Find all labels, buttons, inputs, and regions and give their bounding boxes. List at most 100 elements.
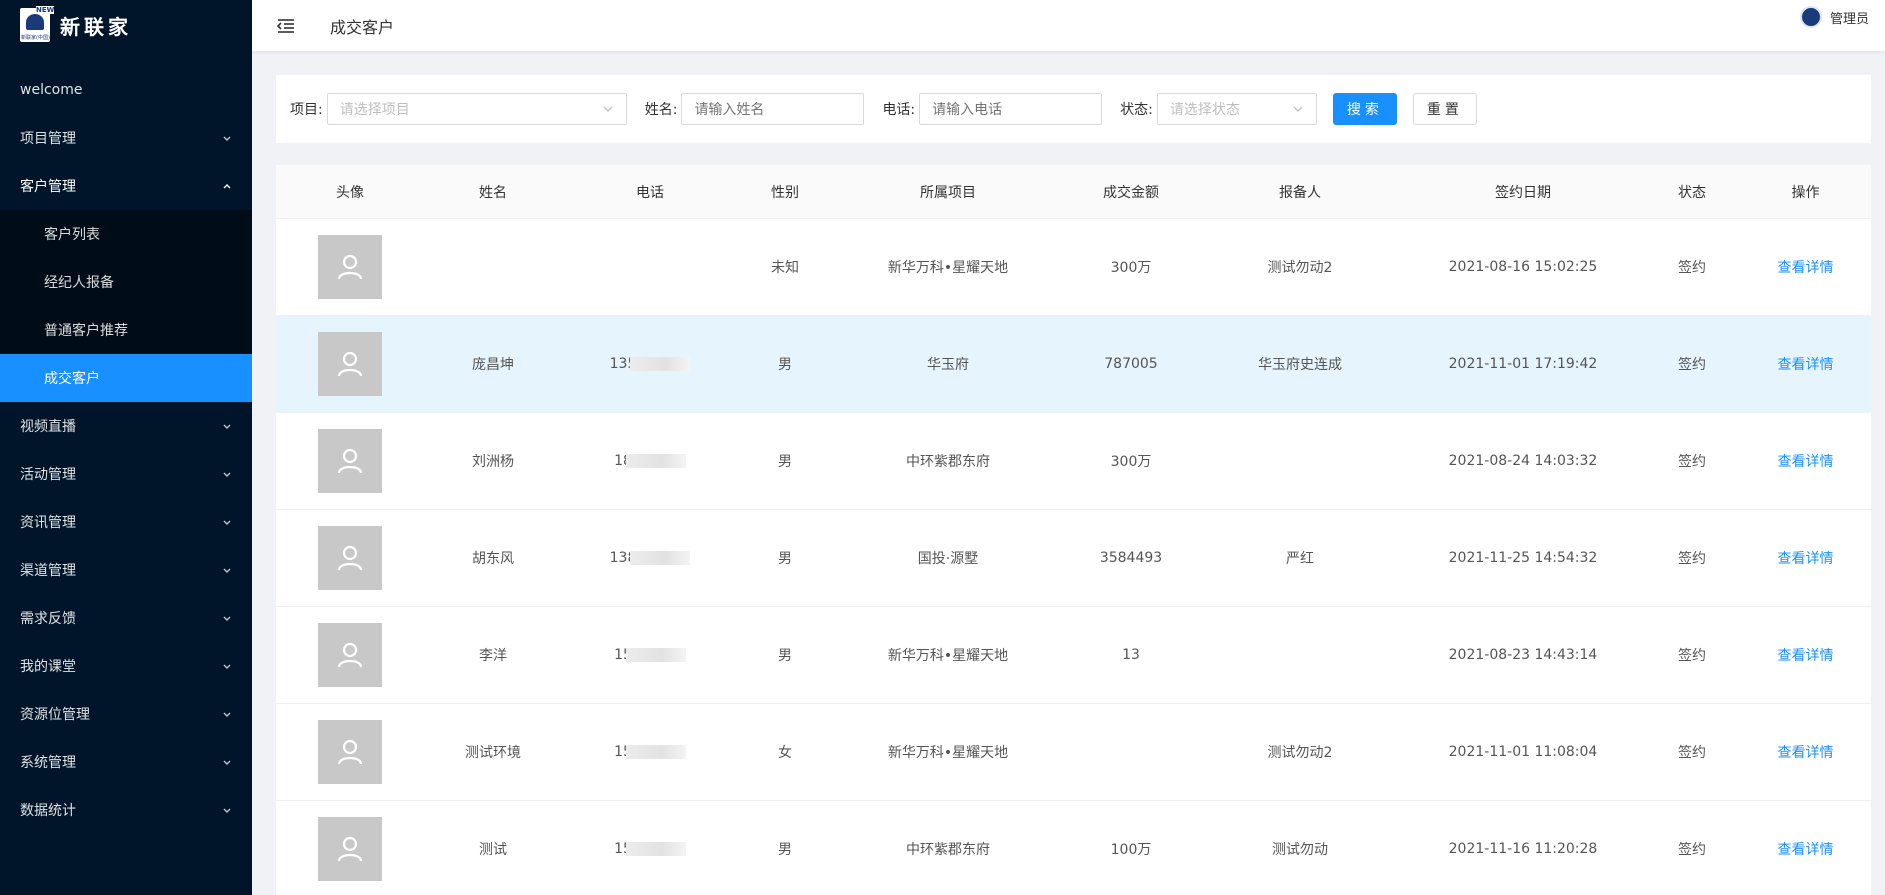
chevron-down-icon (222, 421, 232, 431)
chevron-down-icon (222, 469, 232, 479)
sidebar-item-3[interactable]: 视频直播 (0, 402, 252, 450)
project-cell: 中环紫郡东府 (906, 454, 990, 470)
table-row[interactable]: 刘洲杨 18 男 中环紫郡东府 300万 2021-08-24 14:03:32 签约 查看详… (276, 413, 1871, 510)
logo[interactable]: NEW 新联家(中国) 新联家 (0, 0, 252, 50)
gender-cell: 未知 (771, 260, 799, 276)
project-cell: 新华万科•星耀天地 (887, 745, 1009, 761)
project-cell: 中环紫郡东府 (906, 842, 990, 858)
sidebar-subitem-3[interactable]: 成交客户 (0, 354, 252, 402)
sidebar-item-label: 资源位管理 (20, 707, 90, 723)
name-cell: 刘洲杨 (472, 454, 514, 470)
sidebar-item-4[interactable]: 活动管理 (0, 450, 252, 498)
column-header: 电话 (636, 184, 664, 201)
table-row[interactable]: 测试 15 男 中环紫郡东府 100万 测试勿动 2021-11-16 11:20:28 签约… (276, 801, 1871, 895)
avatar-cell (276, 720, 424, 784)
search-button[interactable]: 搜索 (1332, 93, 1397, 125)
table-row[interactable]: 测试环境 15 女 新华万科•星耀天地 测试勿动2 2021-11-01 11:08:04… (276, 704, 1871, 801)
chevron-down-icon (222, 565, 232, 575)
view-details-link[interactable]: 查看详情 (1740, 839, 1871, 859)
table-row[interactable]: 庞昌坤 135 男 华玉府 787005 华玉府史连成 2021-11-01 17:19:4… (276, 316, 1871, 413)
status-cell: 签约 (1678, 454, 1706, 470)
project-select[interactable]: 请选择项目 (326, 93, 627, 125)
avatar-cell (276, 235, 424, 299)
name-cell: 庞昌坤 (472, 357, 514, 373)
phone-cell: 135 (562, 356, 738, 372)
name-input[interactable] (681, 93, 865, 125)
phone-cell: 138 (562, 550, 738, 566)
chevron-down-icon (222, 757, 232, 767)
chevron-down-icon (222, 133, 232, 143)
sidebar-item-label: 资讯管理 (20, 515, 76, 531)
column-header: 报备人 (1279, 184, 1321, 201)
user-menu[interactable]: 管理员 (1799, 6, 1869, 28)
date-cell: 2021-08-16 15:02:25 (1448, 259, 1598, 275)
column-header: 签约日期 (1495, 184, 1551, 201)
phone-label: 电话: (882, 102, 916, 118)
menu-fold-icon[interactable] (276, 16, 296, 36)
project-cell: 华玉府 (927, 357, 969, 373)
sidebar-item-11[interactable]: 数据统计 (0, 786, 252, 834)
table-row[interactable]: 胡东风 138 男 国投·源墅 3584493 严红 2021-11-25 14:54:32… (276, 510, 1871, 607)
project-select-placeholder: 请选择项目 (339, 102, 410, 118)
column-header: 所属项目 (920, 184, 976, 201)
sidebar-item-8[interactable]: 我的课堂 (0, 642, 252, 690)
reporter-cell: 测试勿动2 (1267, 745, 1333, 761)
user-avatar-icon (318, 623, 382, 687)
logo-mark-icon: NEW 新联家(中国) (20, 6, 55, 42)
sidebar-item-label: 视频直播 (20, 419, 76, 435)
date-cell: 2021-11-25 14:54:32 (1448, 550, 1598, 566)
user-avatar-icon (318, 235, 382, 299)
reporter-cell: 测试勿动 (1272, 842, 1328, 858)
view-details-link[interactable]: 查看详情 (1740, 548, 1871, 568)
sidebar-item-9[interactable]: 资源位管理 (0, 690, 252, 738)
user-avatar-icon (318, 817, 382, 881)
amount-cell: 13 (1122, 647, 1140, 663)
sidebar: NEW 新联家(中国) 新联家 welcome 项目管理客户管理客户列表 经纪人报备… (0, 0, 252, 895)
project-cell: 新华万科•星耀天地 (887, 260, 1009, 276)
sidebar-subitem-0[interactable]: 客户列表 (0, 210, 252, 258)
sidebar-item-6[interactable]: 渠道管理 (0, 546, 252, 594)
page-title: 成交客户 (330, 17, 395, 37)
amount-cell: 300万 (1110, 454, 1152, 470)
table-row[interactable]: 李洋 15 男 新华万科•星耀天地 13 2021-08-23 14:43:14 签约 查看详… (276, 607, 1871, 704)
sidebar-item-label: 系统管理 (20, 755, 76, 771)
phone-input[interactable] (919, 93, 1103, 125)
table-row[interactable]: 未知 新华万科•星耀天地 300万 测试勿动2 2021-08-16 15:02:25 签… (276, 219, 1871, 316)
avatar-cell (276, 817, 424, 881)
status-cell: 签约 (1678, 745, 1706, 761)
phone-mask (625, 842, 686, 856)
sidebar-subitem-1[interactable]: 经纪人报备 (0, 258, 252, 306)
sidebar-item-2[interactable]: 客户管理 (0, 162, 252, 210)
sidebar-item-0[interactable]: welcome (0, 66, 252, 114)
view-details-link[interactable]: 查看详情 (1740, 742, 1871, 762)
sidebar-item-1[interactable]: 项目管理 (0, 114, 252, 162)
sidebar-item-10[interactable]: 系统管理 (0, 738, 252, 786)
gender-cell: 男 (778, 454, 792, 470)
name-cell: 测试 (479, 842, 507, 858)
phone-mask (625, 648, 686, 662)
avatar-cell (276, 526, 424, 590)
view-details-link[interactable]: 查看详情 (1740, 645, 1871, 665)
user-avatar-icon (318, 429, 382, 493)
date-cell: 2021-11-16 11:20:28 (1448, 841, 1598, 857)
sidebar-item-5[interactable]: 资讯管理 (0, 498, 252, 546)
gender-cell: 男 (778, 357, 792, 373)
date-cell: 2021-11-01 11:08:04 (1448, 744, 1598, 760)
view-details-link[interactable]: 查看详情 (1740, 257, 1871, 277)
status-cell: 签约 (1678, 842, 1706, 858)
sidebar-item-label: 客户管理 (20, 179, 76, 195)
name-label: 姓名: (644, 102, 678, 118)
project-cell: 新华万科•星耀天地 (887, 648, 1009, 664)
chevron-down-icon (1293, 106, 1303, 112)
reset-button[interactable]: 重置 (1412, 93, 1477, 125)
logo-mark-sub: 新联家(中国) (21, 35, 50, 41)
status-select-placeholder: 请选择状态 (1169, 102, 1240, 118)
date-cell: 2021-08-24 14:03:32 (1448, 453, 1598, 469)
view-details-link[interactable]: 查看详情 (1740, 451, 1871, 471)
sidebar-subitem-2[interactable]: 普通客户推荐 (0, 306, 252, 354)
view-details-link[interactable]: 查看详情 (1740, 354, 1871, 374)
status-select[interactable]: 请选择状态 (1156, 93, 1317, 125)
chevron-down-icon (222, 661, 232, 671)
sidebar-item-7[interactable]: 需求反馈 (0, 594, 252, 642)
user-avatar-icon (318, 332, 382, 396)
